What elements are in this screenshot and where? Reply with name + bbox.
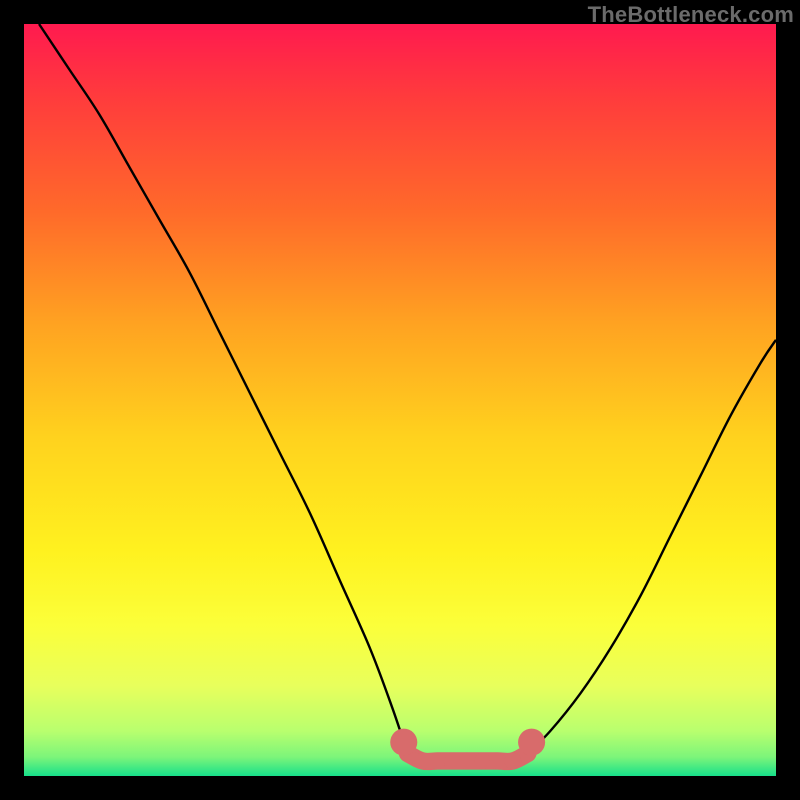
flat-marker	[505, 753, 522, 770]
flat-cap-right	[518, 729, 545, 756]
flat-marker	[429, 753, 446, 770]
flat-marker	[489, 753, 506, 770]
chart-plot-area	[24, 24, 776, 776]
flat-cap-left	[390, 729, 417, 756]
flat-marker	[414, 753, 431, 770]
chart-svg	[24, 24, 776, 776]
chart-frame: TheBottleneck.com	[0, 0, 800, 800]
flat-marker	[459, 753, 476, 770]
flat-marker	[444, 753, 461, 770]
watermark-text: TheBottleneck.com	[588, 2, 794, 28]
chart-background-gradient	[24, 24, 776, 776]
flat-marker	[474, 753, 491, 770]
